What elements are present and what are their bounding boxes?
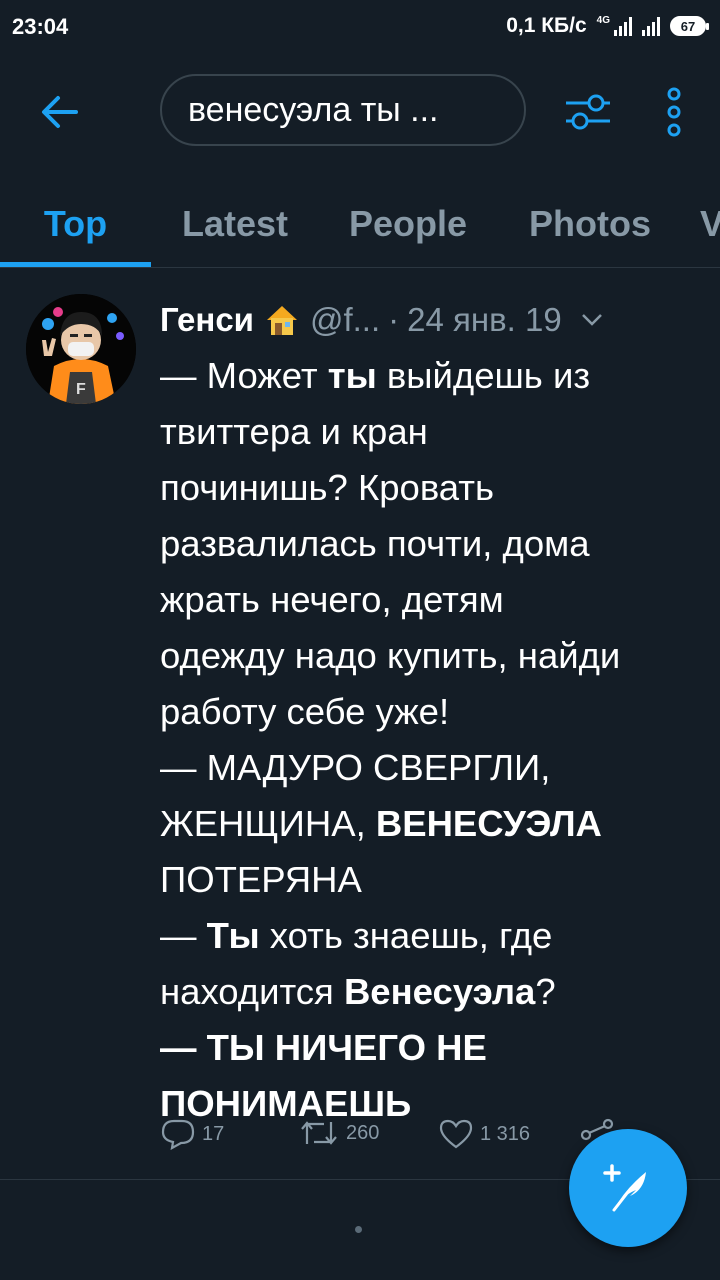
tweet-text-line: одежду надо купить, найди: [160, 628, 700, 684]
author-name[interactable]: Генси: [160, 301, 254, 339]
avatar-image: F: [26, 294, 136, 404]
highlighted-term: ты: [327, 355, 377, 396]
battery-icon: 67: [670, 16, 709, 36]
more-vertical-icon: [667, 87, 681, 137]
retweet-button[interactable]: 260: [298, 1118, 379, 1148]
network-speed: 0,1 КБ/с: [506, 14, 587, 37]
text-segment: починишь? Кровать: [160, 467, 495, 508]
highlighted-term: ВЕНЕСУЭЛА: [375, 803, 602, 844]
tweet-text-line: ЖЕНЩИНА, ВЕНЕСУЭЛА: [160, 796, 700, 852]
tweet-text-line: починишь? Кровать: [160, 460, 700, 516]
tweet-text-line: — Может ты выйдешь из: [160, 348, 700, 404]
search-input[interactable]: венесуэла ты ...: [160, 74, 526, 146]
svg-text:F: F: [76, 381, 86, 398]
tab-latest[interactable]: Latest: [151, 182, 319, 266]
filter-button[interactable]: [558, 82, 618, 142]
text-segment: хоть знаешь, где: [259, 915, 553, 956]
heart-icon: [439, 1119, 473, 1149]
header-separator: ·: [388, 301, 400, 338]
tweet-text-line: — МАДУРО СВЕРГЛИ,: [160, 740, 700, 796]
like-button[interactable]: 1 316: [438, 1118, 530, 1150]
house-icon: [266, 306, 297, 335]
tweet-text-line: ПОТЕРЯНА: [160, 852, 700, 908]
highlighted-term: Ты: [206, 915, 260, 956]
tweet-text-line: жрать нечего, детям: [160, 572, 700, 628]
status-time: 23:04: [12, 14, 69, 39]
sliders-icon: [566, 94, 610, 130]
status-indicators: 0,1 КБ/с 4G 67: [506, 14, 709, 38]
arrow-left-icon: [42, 96, 78, 128]
tweet[interactable]: F Генси @f... · 24 янв. 19 — Может ты вы…: [0, 268, 720, 1180]
compose-tweet-button[interactable]: [569, 1129, 687, 1247]
author-handle[interactable]: @f...: [310, 301, 380, 339]
text-segment: — Может: [160, 355, 328, 396]
tweet-actions: 17 260 1 316: [160, 1118, 640, 1158]
signal-4g-icon: 4G: [597, 16, 632, 36]
retweet-count: 260: [346, 1121, 380, 1144]
text-segment: одежду надо купить, найди: [160, 635, 621, 676]
tweet-text-line: развалилась почти, дома: [160, 516, 700, 572]
tweet-text-line: — Ты хоть знаешь, где: [160, 908, 700, 964]
tab-photos[interactable]: Photos: [497, 182, 683, 266]
avatar[interactable]: F: [26, 294, 136, 404]
like-count: 1 316: [480, 1122, 531, 1145]
text-segment: жрать нечего, детям: [160, 579, 504, 620]
retweet-icon: [301, 1121, 337, 1145]
text-segment: —: [160, 915, 207, 956]
text-segment: твиттера и кран: [160, 411, 428, 452]
more-options-button[interactable]: [644, 82, 704, 142]
tweet-text-line: работу себе уже!: [160, 684, 700, 740]
feather-plus-icon: [603, 1164, 646, 1212]
tweet-menu-button[interactable]: [580, 308, 604, 332]
back-button[interactable]: [30, 82, 90, 142]
text-segment: ЖЕНЩИНА,: [160, 803, 376, 844]
active-tab-indicator: [0, 262, 151, 267]
tab-people[interactable]: People: [319, 182, 497, 266]
chevron-down-icon: [581, 314, 602, 326]
tweet-text-line: — ТЫ НИЧЕГО НЕ: [160, 1020, 700, 1076]
tweet-date[interactable]: 24 янв. 19: [407, 301, 562, 339]
tweet-text-line: находится Венесуэла?: [160, 964, 700, 1020]
reply-button[interactable]: 17: [160, 1118, 224, 1150]
reply-icon: [161, 1119, 195, 1150]
text-segment: выйдешь из: [376, 355, 591, 396]
search-tabs: Top Latest People Photos V: [0, 182, 720, 268]
tweet-text: — Может ты выйдешь из твиттера и кран почи…: [160, 348, 700, 1132]
text-segment: развалилась почти, дома: [160, 523, 590, 564]
network-type: 4G: [596, 15, 610, 26]
text-segment: ?: [535, 971, 556, 1012]
search-header: венесуэла ты ...: [0, 52, 720, 182]
page-indicator-dot: [355, 1226, 362, 1233]
highlighted-term: — ТЫ НИЧЕГО НЕ: [160, 1027, 487, 1068]
tweet-header: Генси @f... · 24 янв. 19: [160, 298, 700, 342]
tab-top[interactable]: Top: [0, 182, 151, 266]
text-segment: ПОТЕРЯНА: [160, 859, 362, 900]
text-segment: — МАДУРО СВЕРГЛИ,: [160, 747, 551, 788]
tweet-text-line: твиттера и кран: [160, 404, 700, 460]
text-segment: находится: [160, 971, 344, 1012]
reply-count: 17: [202, 1122, 225, 1145]
text-segment: работу себе уже!: [160, 691, 450, 732]
highlighted-term: Венесуэла: [343, 971, 536, 1012]
tab-videos[interactable]: V: [700, 182, 720, 266]
status-bar: 23:04 0,1 КБ/с 4G 67: [0, 0, 720, 52]
signal-icon: [642, 16, 660, 36]
